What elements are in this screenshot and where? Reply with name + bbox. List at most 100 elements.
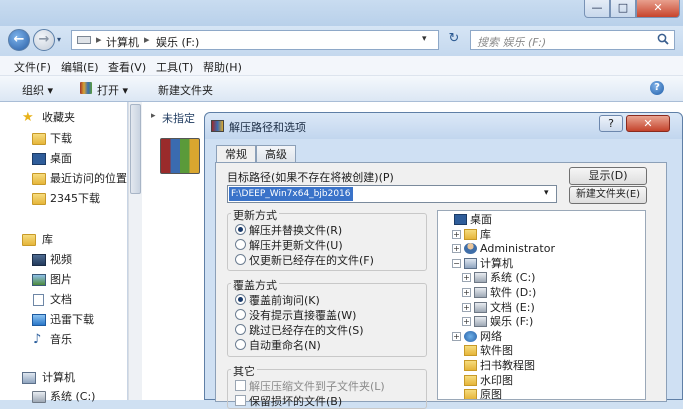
scrollbar-thumb[interactable] — [130, 104, 141, 194]
target-path-value[interactable]: F:\DEEP_Win7x64_bjb2016 — [229, 187, 353, 201]
tree-node[interactable]: + 软件 (D:) — [438, 285, 645, 300]
folder-tree[interactable]: 桌面 + 库 + Administrator − 计算机 + 系统 (C:) + 软件 (D:) + 文… — [437, 210, 646, 400]
nav-item-favorites[interactable]: ★ 收藏夹 — [0, 108, 128, 128]
menu-help[interactable]: 帮助(H) — [203, 59, 242, 75]
nav-item-2345-downloads[interactable]: 2345下载 — [0, 189, 128, 209]
dialog-help-button[interactable]: ? — [599, 115, 623, 132]
menu-file[interactable]: 文件(F) — [14, 59, 51, 75]
option-label[interactable]: 解压并更新文件(U) — [249, 237, 343, 253]
menu-tools[interactable]: 工具(T) — [156, 59, 193, 75]
menu-bar — [0, 56, 683, 76]
address-bar[interactable]: ▸ 计算机 ▸ 娱乐 (F:) ▾ — [71, 30, 439, 50]
tab-advanced[interactable]: 高级 — [256, 145, 296, 163]
refresh-icon[interactable]: ↻ — [444, 31, 464, 49]
expand-icon[interactable]: + — [452, 244, 461, 254]
expand-icon[interactable]: + — [462, 273, 471, 283]
radio-overwrite-without-prompt[interactable] — [235, 309, 246, 320]
expand-icon[interactable]: + — [452, 331, 461, 341]
tree-node[interactable]: − 计算机 — [438, 256, 645, 271]
rar-file-icon[interactable] — [160, 138, 200, 174]
nav-item-videos[interactable]: 视频 — [0, 250, 128, 270]
option-label[interactable]: 保留损坏的文件(B) — [249, 393, 342, 409]
nav-item-music[interactable]: ♪ 音乐 — [0, 330, 128, 350]
tree-node[interactable]: + 网络 — [438, 329, 645, 344]
radio-skip-existing[interactable] — [235, 324, 246, 335]
radio-ask-before-overwrite[interactable] — [235, 294, 246, 305]
organize-button[interactable]: 组织 ▾ — [22, 82, 53, 98]
checkbox-keep-broken-files[interactable] — [235, 395, 246, 406]
address-separator[interactable]: ▸ — [96, 33, 102, 46]
forward-icon[interactable]: → — [33, 29, 55, 51]
address-separator[interactable]: ▸ — [144, 33, 150, 46]
menu-view[interactable]: 查看(V) — [108, 59, 146, 75]
radio-update-existing[interactable] — [235, 254, 246, 265]
option-label[interactable]: 跳过已经存在的文件(S) — [249, 322, 364, 338]
nav-label: 计算机 — [42, 371, 75, 384]
tree-node[interactable]: + 系统 (C:) — [438, 270, 645, 285]
option-label[interactable]: 解压并替换文件(R) — [249, 222, 342, 238]
expand-icon[interactable]: + — [462, 288, 471, 297]
minimize-button[interactable]: — — [584, 0, 610, 18]
search-input[interactable]: 搜索 娱乐 (F:) — [470, 30, 675, 50]
open-button[interactable]: 打开 ▾ — [97, 82, 128, 98]
checkbox-extract-to-subfolder[interactable] — [235, 380, 246, 391]
expand-icon[interactable]: + — [462, 317, 471, 327]
option-label[interactable]: 解压压缩文件到子文件夹(L) — [249, 378, 385, 394]
radio-extract-update[interactable] — [235, 239, 246, 250]
menu-edit[interactable]: 编辑(E) — [61, 59, 99, 75]
tree-node[interactable]: 扫书教程图 — [438, 358, 645, 373]
drive-icon — [474, 316, 487, 328]
overwrite-mode-title: 覆盖方式 — [231, 277, 279, 293]
radio-extract-replace[interactable] — [235, 224, 246, 235]
expand-icon[interactable]: + — [452, 229, 461, 239]
tree-node[interactable]: + Administrator — [438, 241, 645, 256]
tree-node[interactable]: + 娱乐 (F:) — [438, 314, 645, 329]
nav-item-pictures[interactable]: 图片 — [0, 270, 128, 290]
nav-item-downloads[interactable]: 下载 — [0, 129, 128, 149]
new-folder-button[interactable]: 新建文件夹 — [158, 82, 213, 98]
option-label[interactable]: 覆盖前询问(K) — [249, 292, 320, 308]
video-icon — [32, 254, 46, 266]
nav-scrollbar[interactable] — [128, 102, 142, 400]
nav-item-computer[interactable]: 计算机 — [0, 368, 128, 388]
search-icon[interactable] — [657, 33, 669, 45]
nav-item-desktop[interactable]: 桌面 — [0, 149, 128, 169]
nav-item-documents[interactable]: 文档 — [0, 290, 128, 310]
tree-node[interactable]: 原图 — [438, 387, 645, 400]
nav-item-libraries[interactable]: 库 — [0, 230, 128, 250]
nav-label: 下载 — [50, 132, 72, 145]
nav-item-system-c[interactable]: 系统 (C:) — [0, 387, 128, 407]
help-icon[interactable]: ? — [650, 81, 664, 95]
tree-node[interactable]: 水印图 — [438, 373, 645, 388]
target-path-combobox[interactable]: F:\DEEP_Win7x64_bjb2016 ▾ — [227, 185, 557, 203]
nav-item-xunlei-downloads[interactable]: 迅雷下载 — [0, 310, 128, 330]
new-folder-button[interactable]: 新建文件夹(E) — [569, 186, 647, 204]
tree-node[interactable]: + 库 — [438, 227, 645, 242]
tree-node[interactable]: + 文档 (E:) — [438, 300, 645, 315]
option-label[interactable]: 仅更新已经存在的文件(F) — [249, 252, 374, 268]
recent-pages-chevron-icon[interactable]: ▾ — [57, 35, 61, 44]
group-collapse-icon[interactable]: ▸ — [151, 111, 156, 121]
expand-icon[interactable]: + — [462, 302, 471, 312]
target-path-label: 目标路径(如果不存在将被创建)(P) — [227, 171, 394, 184]
recent-places-icon — [32, 173, 46, 185]
breadcrumb-computer[interactable]: 计算机 — [106, 34, 139, 50]
collapse-icon[interactable]: − — [452, 258, 461, 268]
tree-node[interactable]: 软件图 — [438, 343, 645, 358]
combobox-dropdown-icon[interactable]: ▾ — [544, 188, 549, 198]
address-dropdown-icon[interactable]: ▾ — [422, 34, 427, 44]
dialog-close-button[interactable]: ✕ — [626, 115, 670, 132]
show-button[interactable]: 显示(D) — [569, 167, 647, 185]
option-label[interactable]: 没有提示直接覆盖(W) — [249, 307, 356, 323]
tree-node[interactable]: 桌面 — [438, 212, 645, 227]
back-icon[interactable]: ← — [8, 29, 30, 51]
nav-item-recent-places[interactable]: 最近访问的位置 — [0, 169, 128, 189]
tree-node-label: 原图 — [480, 388, 502, 400]
breadcrumb-drive-f[interactable]: 娱乐 (F:) — [156, 34, 199, 50]
radio-auto-rename[interactable] — [235, 339, 246, 350]
close-button[interactable]: ✕ — [636, 0, 680, 18]
option-label[interactable]: 自动重命名(N) — [249, 337, 321, 353]
documents-icon — [33, 294, 44, 306]
maximize-button[interactable]: □ — [610, 0, 636, 18]
music-icon: ♪ — [33, 332, 42, 347]
